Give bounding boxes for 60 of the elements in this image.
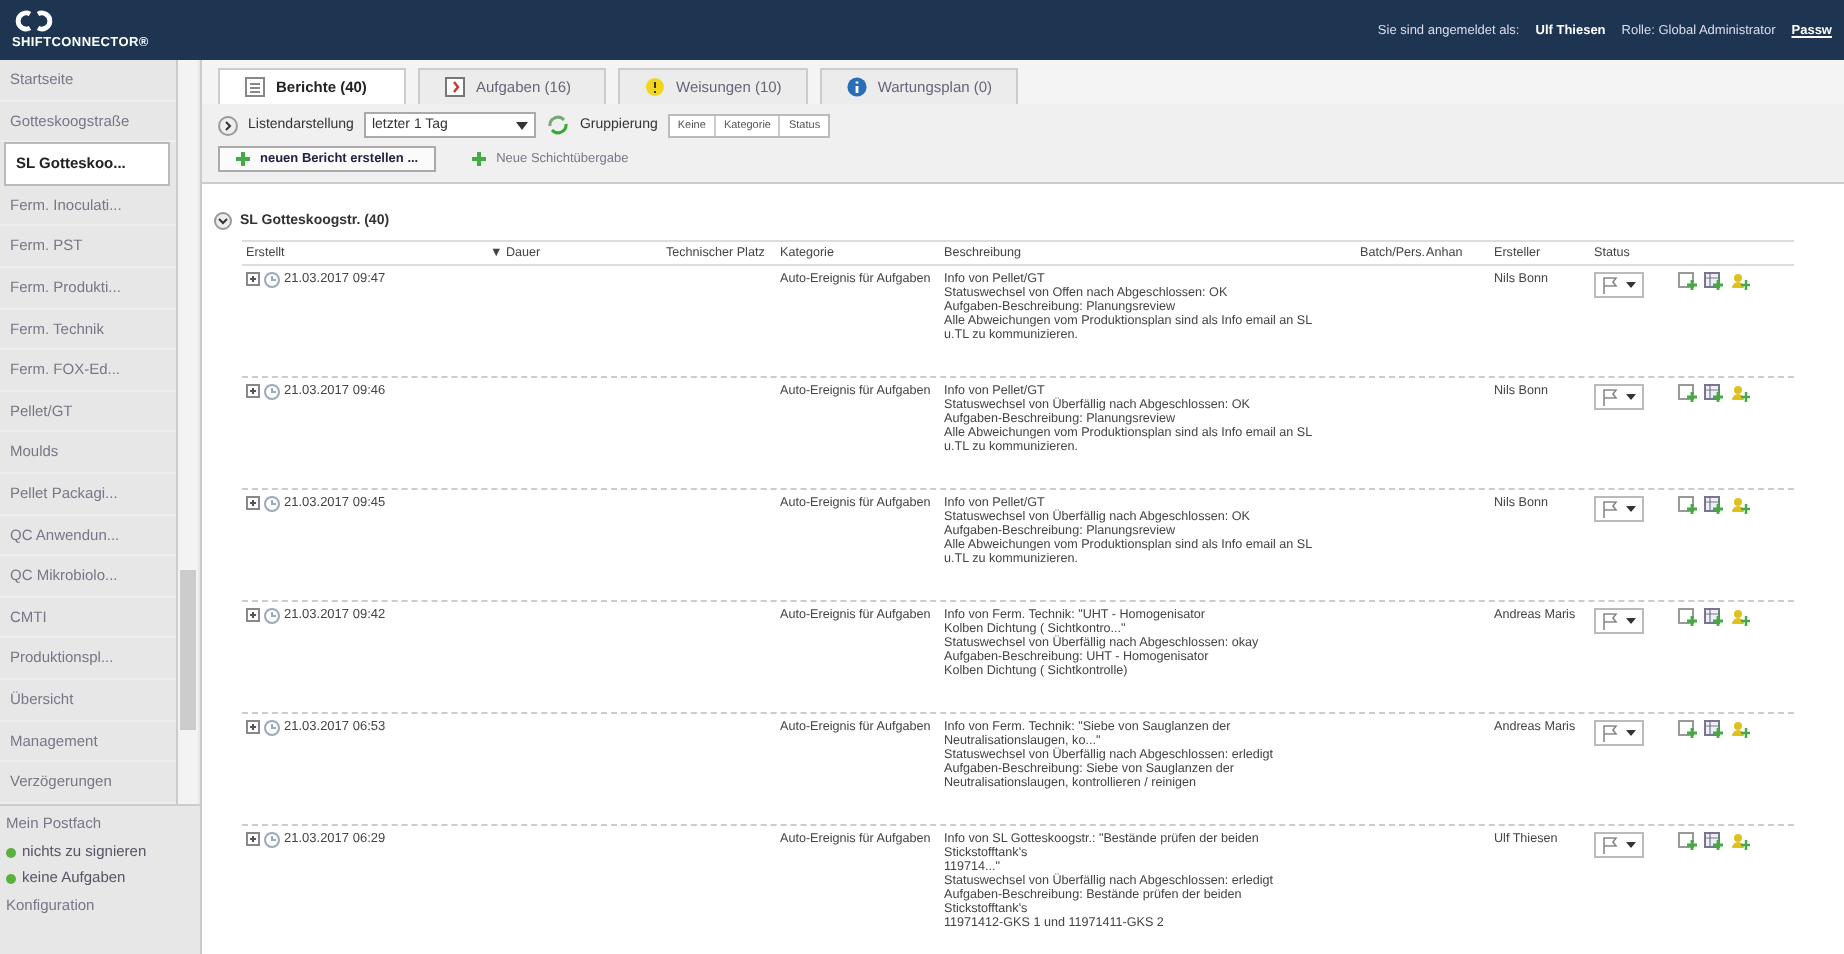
status-dropdown[interactable] [1594,832,1644,858]
status-dropdown[interactable] [1594,720,1644,746]
user-add-icon[interactable] [1730,832,1750,850]
caret-icon [1626,394,1636,400]
chevron-icon[interactable] [218,115,238,135]
list-icon [244,76,266,98]
flag-icon [1602,276,1618,294]
flag-icon [1602,724,1618,742]
status-dropdown[interactable] [1594,608,1644,634]
logo-icon [12,10,56,32]
table-add-icon[interactable] [1704,832,1724,850]
expand-icon[interactable] [246,496,260,510]
table-add-icon[interactable] [1704,384,1724,402]
note-add-icon[interactable] [1678,608,1698,626]
note-add-icon[interactable] [1678,496,1698,514]
flag-icon [1602,388,1618,406]
caret-icon [1626,730,1636,736]
clock-icon [264,608,280,624]
clock-icon [264,272,280,288]
caret-icon [1626,618,1636,624]
caret-icon [1626,842,1636,848]
collapse-icon[interactable] [214,212,232,230]
info-icon [845,76,868,98]
expand-icon[interactable] [246,384,260,398]
table-add-icon[interactable] [1704,496,1724,514]
flag-icon [1602,500,1618,518]
plus-icon [236,152,250,166]
user-add-icon[interactable] [1730,720,1750,738]
caret-icon [515,121,528,129]
user-add-icon[interactable] [1730,384,1750,402]
task-icon [444,76,466,98]
flag-icon [1602,836,1618,854]
expand-icon[interactable] [246,832,260,846]
status-dropdown[interactable] [1594,496,1644,522]
clock-icon [264,384,280,400]
expand-icon[interactable] [246,272,260,286]
table-add-icon[interactable] [1704,608,1724,626]
caret-icon [1626,282,1636,288]
user-add-icon[interactable] [1730,496,1750,514]
expand-icon[interactable] [246,720,260,734]
scrollbar[interactable] [176,60,198,804]
refresh-icon[interactable] [545,114,570,136]
clock-icon [264,496,280,512]
plus-icon [472,152,487,166]
note-add-icon[interactable] [1678,384,1698,402]
user-add-icon[interactable] [1730,272,1750,290]
expand-icon[interactable] [246,608,260,622]
note-add-icon[interactable] [1678,832,1698,850]
status-dropdown[interactable] [1594,272,1644,298]
flag-icon [1602,612,1618,630]
clock-icon [264,832,280,848]
caret-icon [1626,506,1636,512]
status-dropdown[interactable] [1594,384,1644,410]
table-add-icon[interactable] [1704,720,1724,738]
note-add-icon[interactable] [1678,720,1698,738]
user-add-icon[interactable] [1730,608,1750,626]
clock-icon [264,720,280,736]
warning-icon [644,76,666,98]
table-add-icon[interactable] [1704,272,1724,290]
note-add-icon[interactable] [1678,272,1698,290]
